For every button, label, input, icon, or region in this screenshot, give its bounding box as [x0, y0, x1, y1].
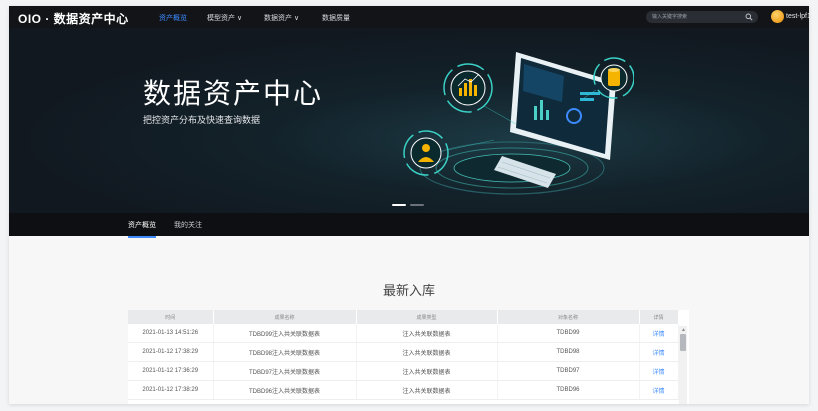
username[interactable]: test-lpf1 [786, 13, 809, 20]
chart-icon [443, 63, 493, 113]
table-row: 2021-01-12 17:38:29 TDBD96注入共关联数据表 注入共关联… [128, 380, 679, 400]
table-scroll-thumb[interactable] [680, 334, 686, 351]
cell-time: 2021-01-12 17:38:29 [128, 380, 214, 400]
column-header-time[interactable]: 时间 [128, 310, 214, 324]
search-icon[interactable] [745, 13, 753, 21]
table-header-row: 时间 成果名称 成果类型 对象名称 详情 [128, 310, 679, 324]
cell-object-name: TDBD98 [497, 342, 640, 362]
column-header-detail: 详情 [639, 310, 679, 324]
latest-ingest-table: 时间 成果名称 成果类型 对象名称 详情 2021-01-13 14:51:26… [128, 310, 689, 404]
banner-subtitle: 把控资产分布及快速查询数据 [143, 115, 261, 125]
avatar[interactable] [771, 10, 784, 23]
detail-link[interactable]: 详情 [639, 324, 679, 343]
cell-result-name: TDBD96注入共关联数据表 [213, 380, 357, 400]
monitor-illustration [403, 52, 634, 195]
section-title: 最新入库 [382, 283, 435, 298]
detail-link[interactable]: 详情 [639, 380, 679, 400]
carousel-dot-2[interactable] [410, 204, 424, 206]
column-header-result-name[interactable]: 成果名称 [213, 310, 357, 324]
search-box [646, 11, 758, 23]
cell-object-name: TDBD99 [497, 324, 640, 343]
table-row: 2021-01-12 17:36:29 TDBD97注入共关联数据表 注入共关联… [128, 361, 679, 381]
cell-result-type: 注入共关联数据表 [356, 324, 498, 343]
detail-link[interactable]: 详情 [639, 361, 679, 381]
user-icon [403, 130, 449, 176]
scroll-up-arrow-icon[interactable]: ▲ [681, 327, 686, 333]
cell-result-name: TDBD98注入共关联数据表 [213, 342, 357, 362]
top-nav: OIO · 数据资产中心 资产概览 模型资产 ∨ 数据资产 ∨ 数据质量 tes… [9, 6, 809, 28]
column-header-result-type[interactable]: 成果类型 [356, 310, 498, 324]
app-logo[interactable]: OIO · 数据资产中心 [18, 10, 129, 27]
nav-item-model-assets[interactable]: 模型资产 ∨ [207, 13, 242, 23]
cell-result-name: TDBD97注入共关联数据表 [213, 361, 357, 381]
cell-object-name: TDBD96 [497, 380, 640, 400]
tab-my-follows[interactable]: 我的关注 [174, 220, 202, 230]
tab-overview[interactable]: 资产概览 [128, 220, 156, 238]
nav-item-overview[interactable]: 资产概览 [159, 13, 187, 23]
nav-item-data-quality[interactable]: 数据质量 [322, 13, 350, 23]
cell-object-name: TDBD97 [497, 361, 640, 381]
nav-item-data-assets[interactable]: 数据资产 ∨ [264, 13, 299, 23]
search-input[interactable] [652, 12, 732, 22]
hero-banner: 数据资产中心 把控资产分布及快速查询数据 [9, 28, 809, 213]
tab-bar: 资产概览 我的关注 [9, 213, 809, 238]
banner-title: 数据资产中心 [143, 78, 324, 109]
app-window: OIO · 数据资产中心 资产概览 模型资产 ∨ 数据资产 ∨ 数据质量 tes… [9, 6, 809, 404]
cell-time: 2021-01-12 17:38:29 [128, 342, 214, 362]
detail-link[interactable]: 详情 [639, 342, 679, 362]
carousel-dot-1[interactable] [392, 204, 406, 206]
cell-time: 2021-01-12 17:36:29 [128, 361, 214, 381]
table-row: 2021-01-13 14:51:26 TDBD99注入共关联数据表 注入共关联… [128, 324, 679, 343]
cell-time: 2021-01-13 14:51:26 [128, 324, 214, 343]
table-row: 2021-01-12 17:38:29 TDBD98注入共关联数据表 注入共关联… [128, 342, 679, 362]
cell-result-type: 注入共关联数据表 [356, 361, 498, 381]
cell-result-type: 注入共关联数据表 [356, 342, 498, 362]
cell-result-type: 注入共关联数据表 [356, 380, 498, 400]
column-header-object-name[interactable]: 对象名称 [497, 310, 640, 324]
cell-result-name: TDBD99注入共关联数据表 [213, 324, 357, 343]
